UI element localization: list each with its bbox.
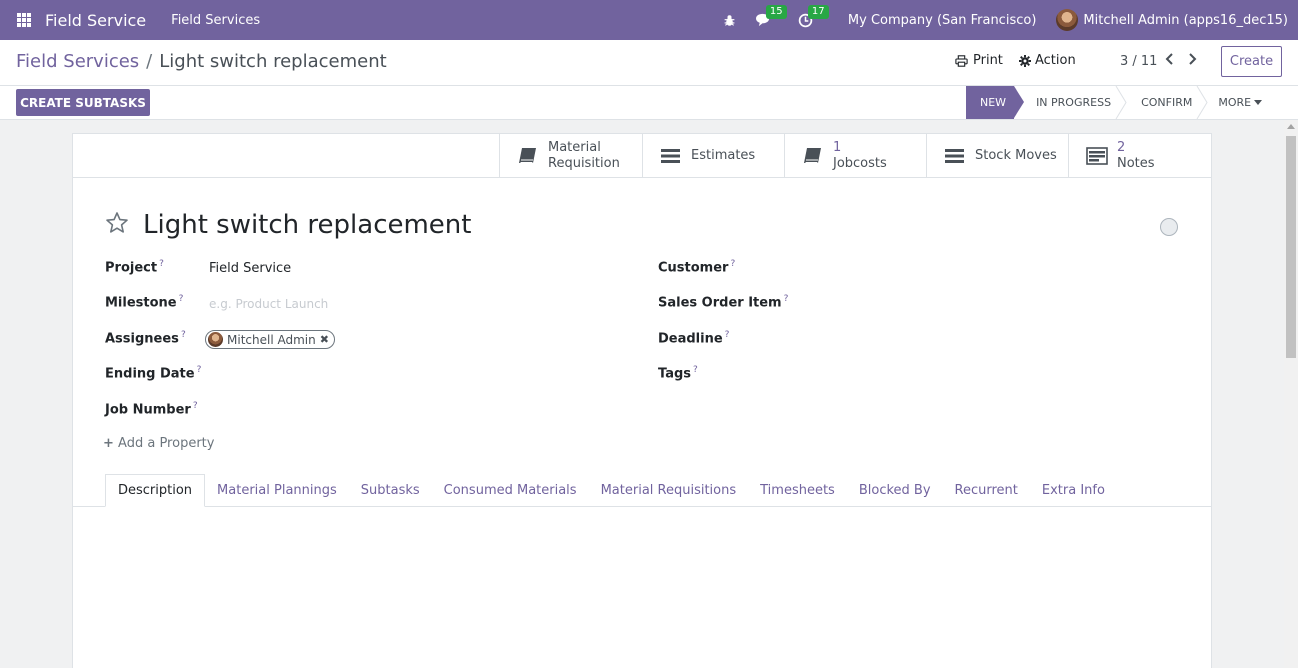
stage-label: CONFIRM	[1141, 96, 1193, 109]
user-avatar[interactable]	[1056, 9, 1079, 31]
tab-extra-info[interactable]: Extra Info	[1030, 474, 1117, 507]
smart-button-box: Material Requisition Estimates 1 Jobcosts …	[73, 134, 1211, 178]
action-label: Action	[1035, 53, 1076, 68]
assignee-name: Mitchell Admin	[227, 332, 316, 347]
plus-icon: +	[103, 436, 114, 451]
job-number-label: Job Number?	[105, 401, 198, 418]
status-bar: CREATE SUBTASKS NEW IN PROGRESS CONFIRM …	[0, 86, 1298, 120]
book-icon	[519, 148, 536, 163]
tab-material-requisitions[interactable]: Material Requisitions	[589, 474, 749, 507]
avatar	[208, 332, 223, 347]
stage-label: NEW	[980, 96, 1007, 109]
print-button[interactable]: Print	[955, 53, 1003, 68]
notes-icon	[1086, 147, 1108, 165]
breadcrumb-current: Light switch replacement	[159, 51, 387, 72]
stage-pipeline: NEW IN PROGRESS CONFIRM MORE	[966, 86, 1263, 119]
top-navbar: Field Service Field Services 15 17 My Co…	[0, 0, 1298, 40]
add-property-label: Add a Property	[118, 436, 215, 451]
company-switcher[interactable]: My Company (San Francisco)	[848, 13, 1036, 28]
action-button[interactable]: Action	[1019, 53, 1076, 68]
menu-field-services[interactable]: Field Services	[171, 13, 260, 28]
notes-button[interactable]: 2 Notes	[1068, 134, 1211, 178]
stage-new[interactable]: NEW	[966, 86, 1025, 119]
gear-icon	[1019, 54, 1031, 67]
smart-button-line1: Material	[548, 140, 601, 155]
pager-value[interactable]: 3 / 11	[1120, 54, 1157, 69]
create-subtasks-button[interactable]: CREATE SUBTASKS	[16, 89, 150, 116]
pager-previous-icon[interactable]	[1165, 51, 1175, 70]
create-button[interactable]: Create	[1221, 46, 1282, 77]
book-icon	[804, 148, 821, 163]
notes-count: 2	[1117, 140, 1126, 155]
star-icon[interactable]	[105, 211, 129, 240]
list-icon	[945, 149, 964, 163]
tab-subtasks[interactable]: Subtasks	[349, 474, 432, 507]
vertical-scrollbar[interactable]	[1284, 120, 1298, 668]
tab-recurrent[interactable]: Recurrent	[943, 474, 1030, 507]
app-brand[interactable]: Field Service	[45, 11, 146, 30]
assignees-label: Assignees?	[105, 330, 186, 347]
tab-material-plannings[interactable]: Material Plannings	[205, 474, 349, 507]
list-icon	[661, 149, 680, 163]
assignee-tag[interactable]: Mitchell Admin ✖	[205, 330, 335, 349]
more-label: MORE	[1218, 96, 1252, 109]
remove-tag-icon[interactable]: ✖	[320, 333, 329, 346]
customer-label: Customer?	[658, 259, 736, 276]
jobcosts-count: 1	[833, 140, 842, 155]
breadcrumb-separator: /	[146, 51, 153, 72]
tab-description[interactable]: Description	[105, 474, 206, 507]
chat-count-badge: 15	[765, 5, 787, 19]
printer-icon	[955, 54, 968, 67]
scroll-thumb[interactable]	[1286, 136, 1296, 358]
title-row: Light switch replacement	[105, 210, 471, 240]
smart-button-line1: Estimates	[691, 148, 756, 163]
stage-separator	[1196, 86, 1208, 119]
record-title[interactable]: Light switch replacement	[143, 210, 471, 240]
jobcosts-button[interactable]: 1 Jobcosts	[784, 134, 926, 178]
activity-count-badge: 17	[807, 5, 829, 19]
tab-timesheets[interactable]: Timesheets	[748, 474, 847, 507]
tab-consumed-materials[interactable]: Consumed Materials	[432, 474, 589, 507]
estimates-button[interactable]: Estimates	[642, 134, 784, 178]
stage-label: IN PROGRESS	[1036, 96, 1112, 109]
scroll-up-arrow[interactable]	[1287, 124, 1295, 129]
milestone-field[interactable]: e.g. Product Launch	[209, 297, 328, 311]
stage-in-progress[interactable]: IN PROGRESS	[1014, 86, 1127, 119]
tab-blocked-by[interactable]: Blocked By	[847, 474, 943, 507]
breadcrumb-parent[interactable]: Field Services	[16, 51, 139, 72]
notebook-tabs: Description Material Plannings Subtasks …	[105, 474, 1117, 507]
add-property-button[interactable]: + Add a Property	[103, 436, 214, 451]
milestone-label: Milestone?	[105, 294, 184, 311]
print-label: Print	[973, 53, 1003, 68]
tags-label: Tags?	[658, 365, 698, 382]
material-requisition-button[interactable]: Material Requisition	[499, 134, 642, 178]
chat-icon[interactable]: 15	[754, 5, 787, 30]
stage-confirm[interactable]: CONFIRM	[1115, 86, 1208, 119]
project-field[interactable]: Field Service	[209, 261, 291, 276]
smart-button-line2: Jobcosts	[833, 156, 887, 171]
form-sheet: Material Requisition Estimates 1 Jobcosts …	[72, 133, 1212, 668]
activity-clock-icon[interactable]: 17	[796, 5, 829, 30]
sales-order-item-label: Sales Order Item?	[658, 294, 789, 311]
smart-button-line2: Notes	[1117, 156, 1155, 171]
bug-icon[interactable]	[720, 10, 740, 30]
stock-moves-button[interactable]: Stock Moves	[926, 134, 1068, 178]
apps-menu-icon[interactable]	[17, 13, 31, 27]
pager-next-icon[interactable]	[1187, 51, 1197, 70]
control-panel: Field Services / Light switch replacemen…	[0, 40, 1298, 86]
smart-button-line2: Requisition	[548, 156, 620, 171]
project-label: Project?	[105, 259, 164, 276]
user-menu[interactable]: Mitchell Admin (apps16_dec15)	[1083, 13, 1288, 28]
smart-button-line1: Stock Moves	[975, 148, 1057, 163]
breadcrumb: Field Services / Light switch replacemen…	[16, 51, 387, 72]
caret-down-icon	[1254, 99, 1263, 105]
deadline-label: Deadline?	[658, 330, 730, 347]
kanban-state-indicator[interactable]	[1160, 218, 1178, 236]
ending-date-label: Ending Date?	[105, 365, 202, 382]
